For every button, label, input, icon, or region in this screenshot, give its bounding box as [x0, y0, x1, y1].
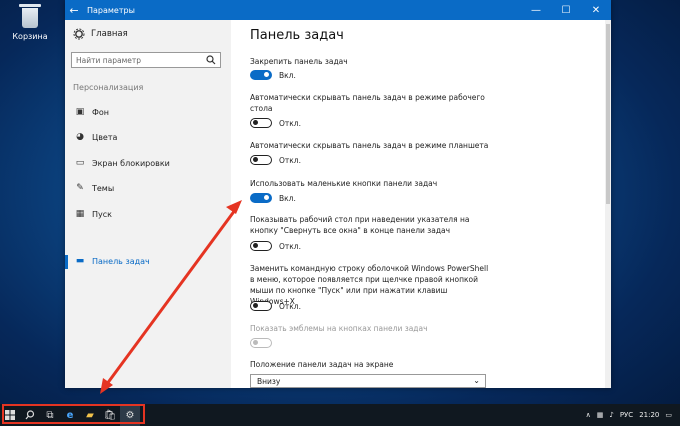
annotation-arrow	[100, 200, 242, 394]
